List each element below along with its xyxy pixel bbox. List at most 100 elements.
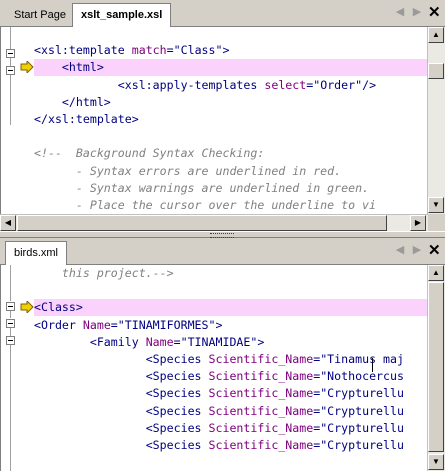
scrollbar-thumb[interactable]: [428, 282, 444, 452]
tab-start-page[interactable]: Start Page: [6, 5, 74, 25]
scroll-up-icon[interactable]: ▲: [428, 265, 444, 281]
code-line: <Order Name="TINAMIFORMES">: [34, 317, 429, 334]
collapse-toggle-icon[interactable]: [6, 319, 15, 328]
tab-scroll-left-icon[interactable]: ◀: [394, 243, 406, 256]
scroll-right-icon[interactable]: ▶: [410, 215, 426, 231]
outline-gutter: [3, 265, 17, 471]
code-token: "Order": [313, 77, 363, 92]
scroll-left-icon[interactable]: ◀: [0, 215, 16, 231]
code-token: <Species: [145, 386, 209, 401]
code-token: select: [264, 77, 307, 92]
code-line: <Family Name="TINAMIDAE">: [34, 334, 429, 351]
code-token: "Crypturellu: [320, 420, 404, 435]
close-tab-icon[interactable]: ✕: [428, 3, 441, 21]
code-token: Scientific_Name: [208, 420, 314, 435]
code-token: <Species: [145, 438, 209, 452]
code-editor-bottom[interactable]: this project.--> <Class> <Order Name="TINA…: [0, 265, 429, 471]
code-line: </xsl:template>: [34, 111, 429, 128]
code-line: - Place the cursor over the underline to…: [34, 197, 429, 214]
vertical-scrollbar-bottom[interactable]: ▲ ▼: [427, 265, 445, 471]
pane-splitter[interactable]: [0, 231, 445, 238]
code-line: - Syntax warnings are underlined in gree…: [34, 180, 429, 197]
outline-line: [10, 345, 11, 471]
collapse-toggle-icon[interactable]: [6, 66, 15, 75]
code-token: Scientific_Name: [208, 403, 314, 418]
code-editor-top[interactable]: <xsl:template match="Class"> <html> <xsl…: [0, 27, 429, 214]
scroll-down-icon[interactable]: ▼: [428, 197, 444, 213]
code-token: "Class": [173, 43, 223, 58]
current-line-arrow-icon: [20, 301, 34, 314]
tab-birds-xml[interactable]: birds.xml: [5, 241, 68, 265]
code-token: "Crypturellu: [320, 438, 404, 452]
collapse-toggle-icon[interactable]: [6, 302, 15, 311]
code-token: "Crypturellu: [320, 386, 404, 401]
outline-line: [10, 27, 11, 49]
code-token: >: [215, 317, 223, 332]
top-editor-pane: Start Page xslt_sample.xsl ◀ ▶ ✕ <xsl:te…: [0, 0, 445, 232]
code-line: <Species Scientific_Name="Crypturellu: [34, 403, 429, 420]
code-line: <html>: [34, 59, 429, 76]
hscroll-thumb[interactable]: [17, 215, 387, 231]
code-line: <Class>: [34, 299, 429, 316]
code-token: "Tinamus maj: [320, 352, 404, 366]
code-line: <Species Scientific_Name="Tinamus maj: [34, 351, 429, 368]
code-token: match: [131, 43, 167, 58]
tab-scroll-right-icon[interactable]: ▶: [411, 243, 423, 256]
code-token: <Species: [145, 352, 209, 366]
code-token: =: [110, 317, 118, 332]
close-tab-icon[interactable]: ✕: [428, 241, 441, 259]
code-token: <Order: [34, 317, 83, 332]
tab-xslt-sample[interactable]: xslt_sample.xsl: [72, 3, 172, 27]
code-token: - Syntax errors are underlined in red.: [34, 163, 342, 178]
code-line: </html>: [34, 94, 429, 111]
outline-line: [10, 75, 11, 125]
outline-line: [10, 58, 11, 66]
code-token: <xsl:template: [34, 43, 132, 58]
code-token: <Species: [145, 369, 209, 384]
code-token: >: [222, 43, 230, 58]
code-token: "TINAMIFORMES": [117, 317, 216, 332]
collapse-toggle-icon[interactable]: [6, 49, 15, 58]
scroll-up-icon[interactable]: ▲: [428, 27, 444, 43]
outline-gutter: [3, 27, 17, 214]
collapse-toggle-icon[interactable]: [6, 336, 15, 345]
current-line-arrow-icon: [20, 61, 34, 74]
code-token: - Place the cursor over the underline to…: [34, 198, 377, 212]
code-token: </xsl:template>: [34, 112, 139, 126]
code-token: <Species: [145, 403, 209, 418]
code-line: this project.-->: [34, 265, 429, 282]
scrollbar-thumb[interactable]: [428, 63, 444, 79]
code-token: Scientific_Name: [208, 438, 314, 452]
horizontal-scrollbar-top[interactable]: ◀ ▶: [0, 214, 428, 232]
scroll-down-icon[interactable]: ▼: [428, 454, 444, 470]
code-token: "TINAMIDAE": [180, 334, 258, 349]
code-line: <xsl:apply-templates select="Order"/>: [34, 77, 429, 94]
vertical-scrollbar-top[interactable]: ▲ ▼: [427, 27, 445, 214]
code-line: <!-- Background Syntax Checking:: [34, 145, 429, 162]
code-token: Name: [82, 317, 111, 332]
tab-scroll-left-icon[interactable]: ◀: [394, 5, 406, 18]
code-token: >: [257, 334, 265, 349]
tab-scroll-right-icon[interactable]: ▶: [411, 5, 423, 18]
code-token: </html>: [61, 94, 111, 109]
code-token: =: [166, 43, 174, 58]
code-line: <Species Scientific_Name="Crypturellu: [34, 385, 429, 402]
code-token: Scientific_Name: [208, 386, 314, 401]
code-token: <html>: [61, 60, 104, 75]
outline-line: [10, 311, 11, 318]
code-token: <Family: [89, 334, 146, 349]
code-token: Name: [145, 334, 174, 349]
code-line: <xsl:template match="Class">: [34, 42, 429, 59]
code-token: Scientific_Name: [208, 352, 314, 366]
code-line: <Species Scientific_Name="Crypturellu: [34, 420, 429, 437]
